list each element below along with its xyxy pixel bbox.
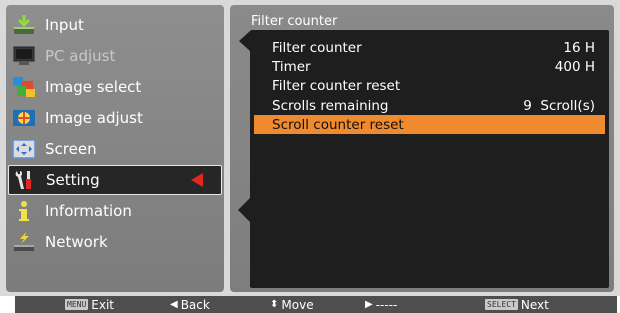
submenu-row-scrolls-remaining[interactable]: Scrolls remaining 9 Scroll(s) — [254, 96, 605, 115]
hint-exit-label: Exit — [91, 297, 114, 312]
submenu-panel: Filter counter Filter counter 16 H Timer… — [230, 5, 614, 292]
menu-item-image-adjust[interactable]: Image adjust — [8, 103, 222, 133]
select-key-icon: SELECT — [485, 299, 518, 310]
menu-item-input[interactable]: Input — [8, 10, 222, 40]
submenu-pointer — [239, 31, 250, 51]
hint-move-label: Move — [281, 297, 314, 312]
submenu-title: Filter counter — [251, 14, 338, 29]
main-menu-panel: Input PC adjust Image select Image adjus… — [6, 5, 224, 292]
hint-back: ◀ Back — [170, 297, 210, 312]
screen-icon — [11, 137, 37, 161]
menu-label: PC adjust — [45, 47, 116, 65]
menu-item-screen[interactable]: Screen — [8, 134, 222, 164]
submenu-row-filter-counter-reset[interactable]: Filter counter reset — [254, 76, 605, 95]
row-label: Scrolls remaining — [272, 97, 389, 114]
key-hint-bar: MENU Exit ◀ Back ⬍ Move ▶ ----- SELECT N… — [15, 296, 617, 313]
image-select-icon — [11, 75, 37, 99]
menu-label: Screen — [45, 140, 97, 158]
menu-label: Image select — [45, 78, 142, 96]
hint-back-label: Back — [180, 297, 210, 312]
information-icon — [11, 199, 37, 223]
row-label: Filter counter — [272, 39, 362, 56]
menu-item-network[interactable]: Network — [8, 227, 222, 257]
hint-move: ⬍ Move — [270, 297, 314, 312]
up-down-arrow-icon: ⬍ — [270, 299, 279, 310]
menu-item-setting[interactable]: Setting — [8, 165, 222, 195]
row-value: 400 H — [554, 58, 595, 75]
submenu-list: Filter counter 16 H Timer 400 H Filter c… — [238, 30, 609, 288]
setting-icon — [12, 168, 38, 192]
submenu-row-filter-counter[interactable]: Filter counter 16 H — [254, 38, 605, 57]
menu-item-pc-adjust[interactable]: PC adjust — [8, 41, 222, 71]
row-value: 9 Scroll(s) — [523, 97, 595, 114]
menu-item-information[interactable]: Information — [8, 196, 222, 226]
input-icon — [11, 13, 37, 37]
hint-next: SELECT Next — [485, 297, 549, 312]
menu-label: Image adjust — [45, 109, 143, 127]
menu-label: Information — [45, 202, 132, 220]
network-icon — [11, 230, 37, 254]
menu-label: Input — [45, 16, 84, 34]
left-arrow-icon: ◀ — [170, 299, 178, 310]
menu-item-image-select[interactable]: Image select — [8, 72, 222, 102]
submenu-connector — [238, 198, 250, 222]
submenu-row-timer[interactable]: Timer 400 H — [254, 57, 605, 76]
menu-label: Setting — [46, 171, 100, 189]
hint-right: ▶ ----- — [365, 297, 397, 312]
hint-next-label: Next — [520, 297, 549, 312]
row-value: 16 H — [563, 39, 595, 56]
selection-arrow-icon — [191, 173, 203, 187]
submenu-row-scroll-counter-reset[interactable]: Scroll counter reset — [254, 115, 605, 134]
row-label: Timer — [272, 58, 311, 75]
image-adjust-icon — [11, 106, 37, 130]
pc-adjust-icon — [11, 44, 37, 68]
right-arrow-icon: ▶ — [365, 299, 373, 310]
row-label: Scroll counter reset — [272, 116, 404, 133]
menu-label: Network — [45, 233, 108, 251]
osd-menu: Input PC adjust Image select Image adjus… — [0, 0, 620, 296]
hint-right-label: ----- — [375, 297, 398, 312]
menu-key-icon: MENU — [65, 299, 89, 310]
row-label: Filter counter reset — [272, 77, 401, 94]
hint-exit: MENU Exit — [65, 297, 114, 312]
